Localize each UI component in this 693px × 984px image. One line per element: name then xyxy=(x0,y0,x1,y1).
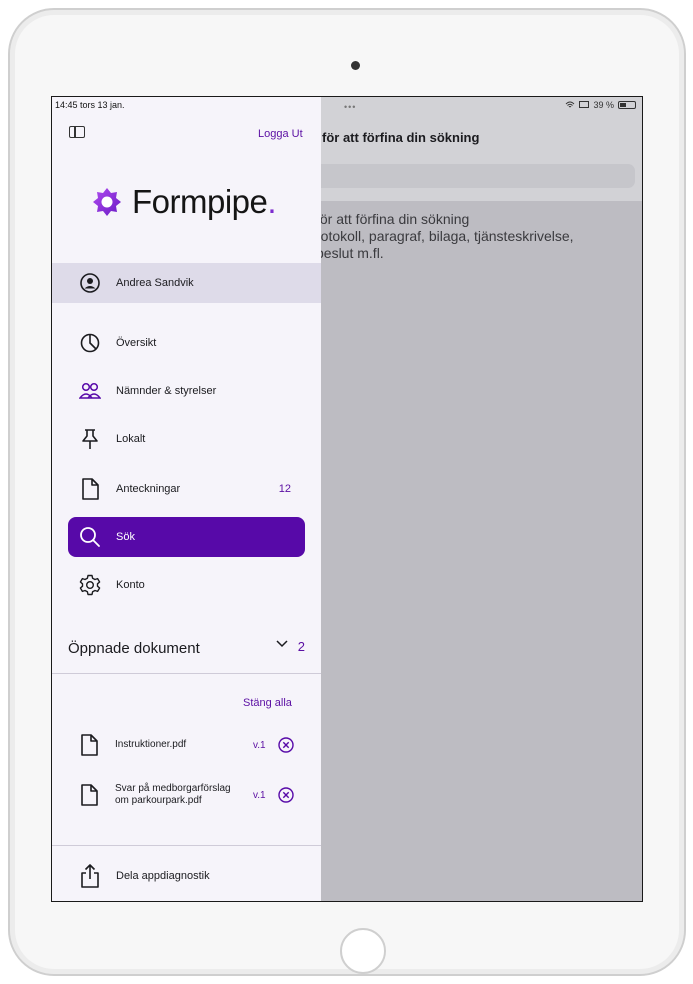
logout-link[interactable]: Logga Ut xyxy=(258,128,303,140)
search-hint-line-2: rotokoll, paragraf, bilaga, tjänsteskriv… xyxy=(316,228,574,244)
share-diagnostics-label: Dela appdiagnostik xyxy=(116,870,210,882)
nav-label-sok: Sök xyxy=(116,531,135,543)
home-button[interactable] xyxy=(340,928,386,974)
close-all-button[interactable]: Stäng alla xyxy=(243,697,292,709)
user-avatar-icon xyxy=(79,272,101,294)
nav-item-namnder[interactable]: Nämnder & styrelser xyxy=(68,371,305,411)
logo-wordmark: Formpipe xyxy=(132,183,268,220)
notes-count-badge: 12 xyxy=(278,483,291,495)
close-document-icon[interactable] xyxy=(278,737,294,753)
nav-item-anteckningar[interactable]: Anteckningar 12 xyxy=(68,469,305,509)
search-hint-line-3: beslut m.fl. xyxy=(316,245,384,261)
share-icon xyxy=(79,864,101,888)
divider xyxy=(52,845,321,846)
sidebar-toggle-icon[interactable] xyxy=(69,126,85,138)
document-name: Svar på medborgarförslag om parkourpark.… xyxy=(115,783,231,806)
formpipe-logo-mark xyxy=(93,188,121,216)
share-diagnostics-button[interactable]: Dela appdiagnostik xyxy=(68,861,305,891)
document-version: v.1 xyxy=(253,739,266,751)
open-documents-header[interactable]: Öppnade dokument 2 xyxy=(68,637,305,659)
nav-label-anteckningar: Anteckningar xyxy=(116,483,181,495)
pin-icon xyxy=(79,428,101,450)
nav-item-sok[interactable]: Sök xyxy=(68,517,305,557)
multitasking-dots[interactable]: ••• xyxy=(344,102,356,112)
content-title: för att förfina din sökning xyxy=(322,130,480,145)
nav-label-oversikt: Översikt xyxy=(116,337,157,349)
front-camera xyxy=(351,61,360,70)
nav-label-namnder: Nämnder & styrelser xyxy=(116,385,217,397)
document-icon xyxy=(81,734,98,756)
document-icon xyxy=(81,784,98,806)
sidebar: 14:45 tors 13 jan. Logga Ut Formpipe. An… xyxy=(52,97,321,901)
nav-item-oversikt[interactable]: Översikt xyxy=(68,323,305,363)
chevron-down-icon xyxy=(276,640,288,648)
open-document-item[interactable]: Instruktioner.pdf v.1 xyxy=(68,733,305,757)
formpipe-logo: Formpipe. xyxy=(92,183,277,221)
screen: ••• 39 % för att förfina din sökning för… xyxy=(51,96,643,902)
status-time-date: 14:45 tors 13 jan. xyxy=(55,100,125,110)
logo-dot: . xyxy=(267,183,277,220)
nav-label-lokalt: Lokalt xyxy=(116,433,146,445)
close-document-icon[interactable] xyxy=(278,787,294,803)
status-indicators: 39 % xyxy=(565,100,636,110)
pie-chart-icon xyxy=(79,332,101,354)
document-name: Instruktioner.pdf xyxy=(115,739,187,750)
screen-mirror-icon xyxy=(579,101,590,108)
search-icon xyxy=(79,526,101,548)
document-version: v.1 xyxy=(253,789,266,801)
search-hint-line-1: för att förfina din sökning xyxy=(316,211,470,227)
open-documents-title: Öppnade dokument xyxy=(68,639,200,657)
user-name: Andrea Sandvik xyxy=(116,277,194,289)
wifi-icon xyxy=(566,101,575,108)
open-document-item[interactable]: Svar på medborgarförslag om parkourpark.… xyxy=(68,781,305,809)
nav-label-konto: Konto xyxy=(116,579,145,591)
gear-icon xyxy=(79,574,101,596)
battery-percent: 39 % xyxy=(593,100,614,110)
document-icon xyxy=(79,478,101,500)
nav-item-lokalt[interactable]: Lokalt xyxy=(68,419,305,459)
nav-item-konto[interactable]: Konto xyxy=(68,565,305,605)
open-documents-count: 2 xyxy=(297,639,305,654)
people-icon xyxy=(79,380,101,402)
divider xyxy=(52,673,321,674)
search-field[interactable] xyxy=(287,164,635,188)
user-profile-row[interactable]: Andrea Sandvik xyxy=(52,263,321,303)
battery-icon xyxy=(618,101,636,109)
